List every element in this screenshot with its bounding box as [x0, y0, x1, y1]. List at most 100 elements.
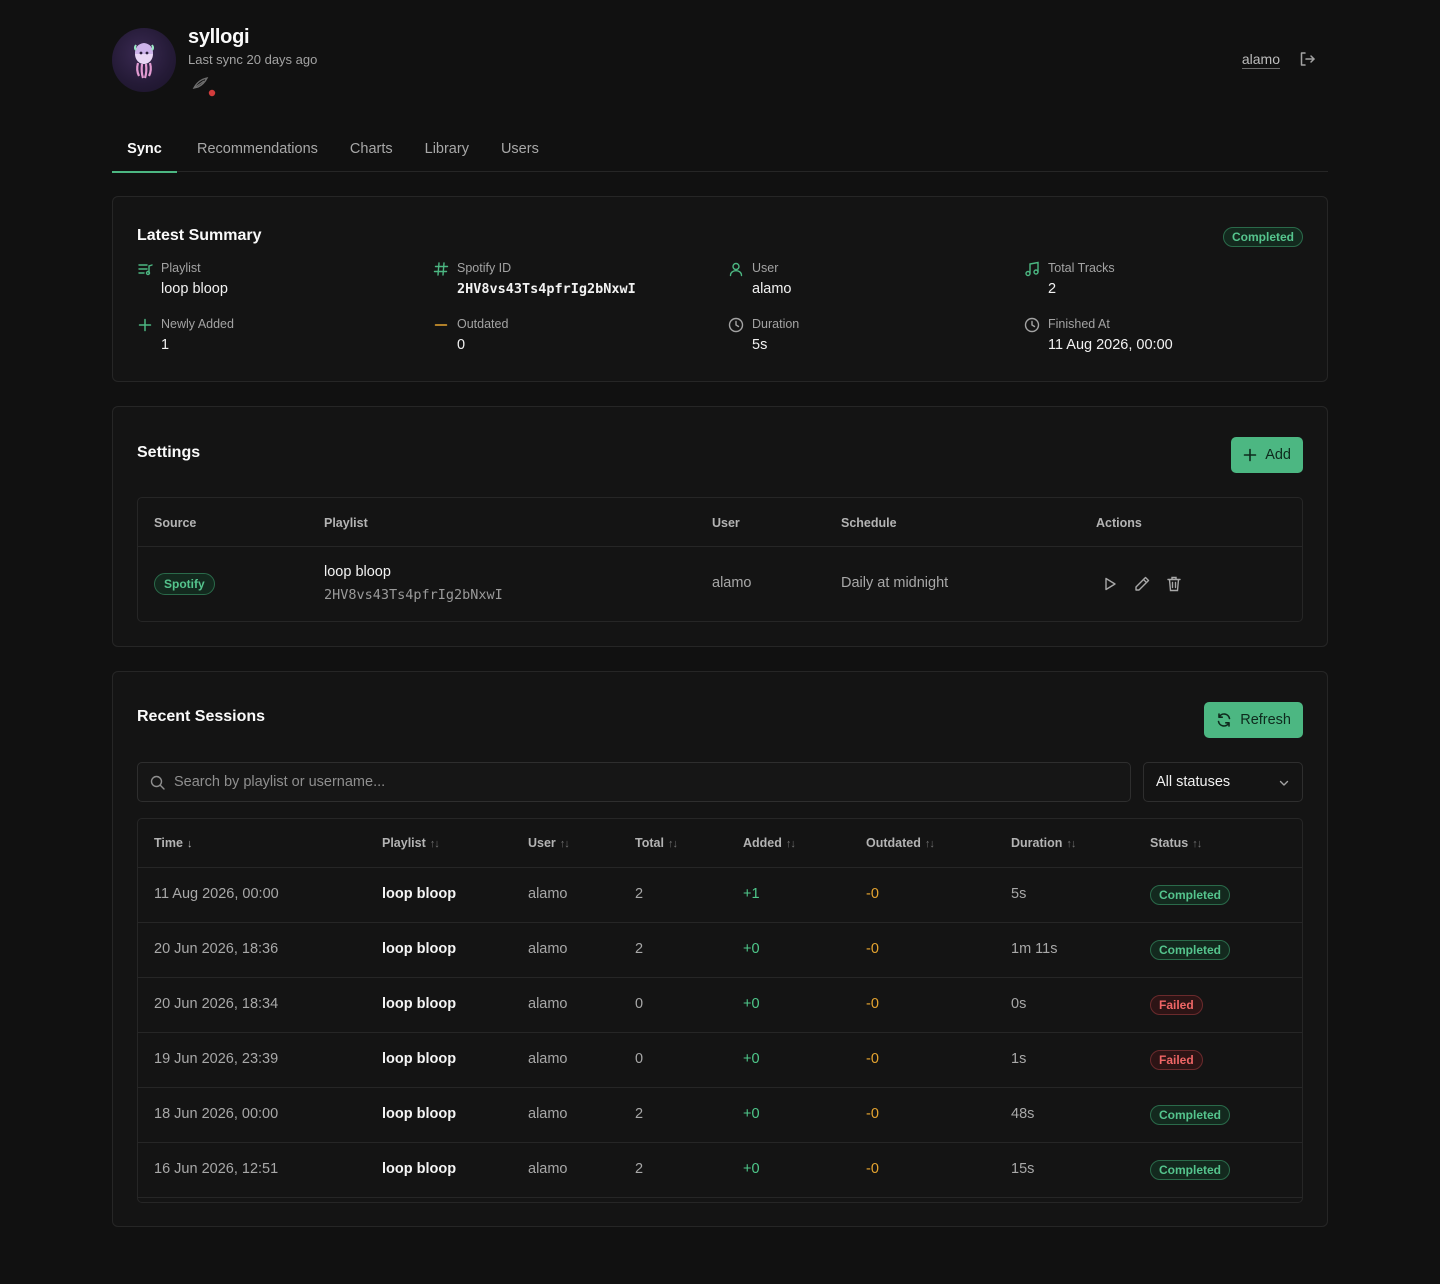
summary-user-label: User: [752, 261, 779, 275]
session-row[interactable]: 18 Jun 2026, 00:00 loop bloop alamo 2 +0…: [138, 1088, 1302, 1143]
settings-row: Spotify loop bloop 2HV8vs43Ts4pfrIg2bNxw…: [138, 547, 1302, 621]
refresh-button[interactable]: Refresh: [1204, 702, 1303, 738]
hash-icon: [433, 262, 449, 276]
session-search-input[interactable]: Search by playlist or username...: [137, 762, 1131, 802]
session-playlist: loop bloop: [382, 886, 457, 902]
summary-status-badge: Completed: [1222, 227, 1303, 247]
session-row[interactable]: 20 Jun 2026, 18:36 loop bloop alamo 2 +0…: [138, 923, 1302, 978]
summary-finished-at-label: Finished At: [1048, 317, 1110, 331]
feather-status-icon: [190, 74, 220, 98]
plus-icon: [1243, 448, 1257, 462]
session-duration: 15s: [1011, 1161, 1035, 1177]
session-time: 16 Jun 2026, 12:51: [154, 1161, 279, 1177]
col-playlist[interactable]: Playlist ↑↓: [382, 836, 440, 850]
settings-table: Source Playlist User Schedule Actions Sp…: [137, 497, 1303, 622]
play-icon[interactable]: [1101, 575, 1119, 593]
main-tabs: Sync Recommendations Charts Library User…: [112, 120, 1328, 173]
settings-table-header: Source Playlist User Schedule Actions: [138, 498, 1302, 547]
col-outdated[interactable]: Outdated ↑↓: [866, 836, 935, 850]
status-badge: Completed: [1150, 940, 1231, 960]
summary-playlist-label: Playlist: [161, 261, 201, 275]
summary-newly-added-label: Newly Added: [161, 317, 234, 331]
sort-icon: ↑↓: [429, 838, 440, 850]
col-status[interactable]: Status ↑↓: [1150, 836, 1202, 850]
col-user-label: User: [528, 836, 556, 850]
sort-icon: ↑↓: [785, 838, 796, 850]
session-duration: 1s: [1011, 1051, 1027, 1067]
sort-icon: ↑↓: [559, 838, 570, 850]
last-sync-text: Last sync 20 days ago: [188, 52, 318, 67]
session-row[interactable]: 16 Jun 2026, 12:51 loop bloop alamo 2 +0…: [138, 1143, 1302, 1198]
session-time: 20 Jun 2026, 18:34: [154, 996, 279, 1012]
sort-desc-icon: ↓: [186, 838, 192, 850]
session-row[interactable]: 19 Jun 2026, 23:39 loop bloop alamo 0 +0…: [138, 1033, 1302, 1088]
settings-user: alamo: [712, 575, 752, 591]
session-row[interactable]: 20 Jun 2026, 18:34 loop bloop alamo 0 +0…: [138, 978, 1302, 1033]
session-added: +0: [743, 1051, 760, 1067]
session-added: +0: [743, 941, 760, 957]
sort-icon: ↑↓: [1066, 838, 1076, 850]
col-time-label: Time: [154, 836, 183, 850]
status-badge: Completed: [1150, 1160, 1231, 1180]
col-total[interactable]: Total ↑↓: [635, 836, 678, 850]
col-playlist: Playlist: [324, 516, 368, 530]
tab-library[interactable]: Library: [409, 120, 485, 172]
summary-outdated-value: 0: [457, 337, 466, 353]
col-time[interactable]: Time ↓: [154, 836, 192, 850]
col-duration-label: Duration: [1011, 836, 1063, 850]
session-playlist: loop bloop: [382, 1051, 457, 1067]
latest-summary-card: Latest Summary Completed Playlist loop b…: [112, 196, 1328, 382]
session-duration: 0s: [1011, 996, 1027, 1012]
refresh-icon: [1217, 713, 1231, 727]
col-source: Source: [154, 516, 197, 530]
session-playlist: loop bloop: [382, 941, 457, 957]
chevron-down-icon: [1279, 780, 1289, 786]
search-placeholder: Search by playlist or username...: [174, 774, 386, 790]
logout-icon[interactable]: [1298, 50, 1316, 68]
col-user[interactable]: User ↑↓: [528, 836, 570, 850]
session-total: 0: [635, 1051, 644, 1067]
plus-icon: [138, 318, 152, 332]
session-time: 20 Jun 2026, 18:36: [154, 941, 279, 957]
tab-sync[interactable]: Sync: [112, 120, 177, 173]
playlist-icon: [138, 264, 153, 276]
sort-icon: ↑↓: [667, 838, 678, 850]
add-button[interactable]: Add: [1231, 437, 1303, 473]
trash-icon[interactable]: [1165, 575, 1183, 593]
col-added[interactable]: Added ↑↓: [743, 836, 796, 850]
col-duration[interactable]: Duration ↑↓: [1011, 836, 1076, 850]
tab-recommendations[interactable]: Recommendations: [181, 120, 334, 172]
edit-pencil-icon[interactable]: [1133, 575, 1151, 593]
tab-charts[interactable]: Charts: [334, 120, 409, 172]
recent-sessions-card: Recent Sessions Refresh Search by playli…: [112, 671, 1328, 1227]
summary-finished-at-value: 11 Aug 2026, 00:00: [1048, 337, 1173, 353]
refresh-button-label: Refresh: [1240, 712, 1291, 728]
session-playlist: loop bloop: [382, 1161, 457, 1177]
session-outdated: -0: [866, 941, 879, 957]
session-playlist: loop bloop: [382, 996, 457, 1012]
app-title: syllogi: [188, 26, 250, 48]
col-user: User: [712, 516, 740, 530]
session-duration: 1m 11s: [1011, 941, 1058, 957]
summary-newly-added-value: 1: [161, 337, 170, 353]
session-outdated: -0: [866, 886, 879, 902]
col-total-label: Total: [635, 836, 664, 850]
session-time: 11 Aug 2026, 00:00: [154, 886, 279, 902]
status-filter-select[interactable]: All statuses: [1143, 762, 1303, 802]
music-note-icon: [1025, 261, 1039, 277]
settings-playlist-name: loop bloop: [324, 564, 391, 580]
status-filter-value: All statuses: [1156, 774, 1231, 790]
session-row[interactable]: 11 Aug 2026, 00:00 loop bloop alamo 2 +1…: [138, 868, 1302, 923]
sort-icon: ↑↓: [1192, 838, 1202, 850]
summary-duration-label: Duration: [752, 317, 800, 331]
summary-user-value: alamo: [752, 281, 792, 297]
session-outdated: -0: [866, 1161, 879, 1177]
sessions-table-header: Time ↓ Playlist ↑↓ User ↑↓ Total ↑↓ Added ↑↓ …: [138, 819, 1302, 868]
tab-users[interactable]: Users: [485, 120, 555, 172]
session-time: 19 Jun 2026, 23:39: [154, 1051, 279, 1067]
col-status-label: Status: [1150, 836, 1189, 850]
summary-spotify-id-value: 2HV8vs43Ts4pfrIg2bNxwI: [457, 281, 636, 297]
settings-playlist-id: 2HV8vs43Ts4pfrIg2bNxwI: [324, 587, 503, 603]
app-logo: [112, 28, 176, 92]
current-user-link[interactable]: alamo: [1241, 51, 1280, 69]
